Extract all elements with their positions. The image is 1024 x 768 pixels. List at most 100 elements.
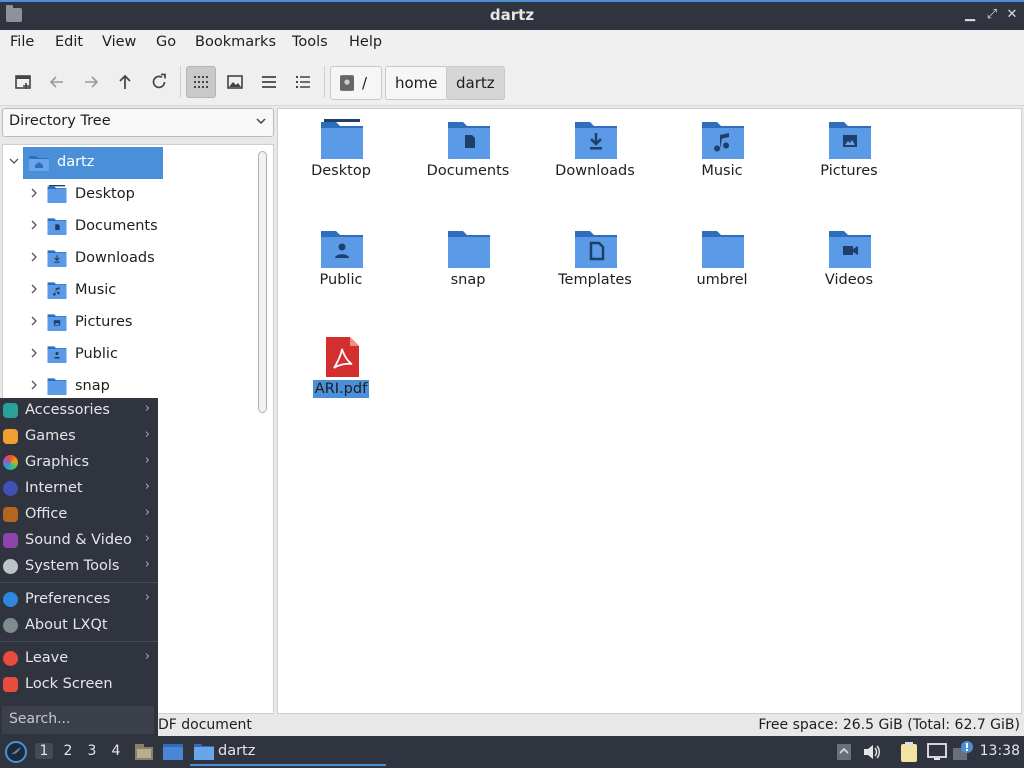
chevron-right-icon[interactable]: [29, 380, 39, 390]
reload-button[interactable]: [144, 66, 174, 98]
chevron-right-icon[interactable]: [29, 348, 39, 358]
menu-item-system-tools[interactable]: System Tools ›: [0, 554, 158, 580]
chevron-right-icon[interactable]: [29, 284, 39, 294]
maximize-button[interactable]: ⤢: [984, 7, 1000, 23]
taskbar-task-dartz[interactable]: dartz: [190, 738, 386, 766]
file-item-snap[interactable]: snap: [408, 220, 528, 320]
file-manager-launcher-icon[interactable]: [134, 742, 154, 762]
file-view[interactable]: Desktop Documents Downloads Music Pictures Pu…: [277, 108, 1022, 714]
workspace-4[interactable]: 4: [107, 743, 125, 759]
lxqt-menu-icon[interactable]: [5, 741, 27, 763]
menu-view[interactable]: View: [102, 34, 136, 50]
chevron-right-icon: ›: [144, 427, 150, 442]
chevron-right-icon[interactable]: [29, 316, 39, 326]
tree-item-desktop[interactable]: Desktop: [3, 179, 253, 211]
menu-item-label: Accessories: [25, 402, 110, 418]
folder-icon: [47, 377, 67, 395]
file-item-umbrel[interactable]: umbrel: [662, 220, 782, 320]
menu-item-preferences[interactable]: Preferences ›: [0, 587, 158, 613]
file-item-documents[interactable]: Documents: [408, 111, 528, 211]
menu-item-games[interactable]: Games ›: [0, 424, 158, 450]
network-icon[interactable]: [926, 742, 948, 762]
status-selection-info: DF document: [158, 717, 252, 733]
tree-item-dartz[interactable]: dartz: [3, 147, 253, 179]
menu-item-graphics[interactable]: Graphics ›: [0, 450, 158, 476]
tree-scrollbar[interactable]: [258, 151, 267, 413]
breadcrumb-dartz-label: dartz: [456, 74, 495, 92]
file-item-templates[interactable]: Templates: [535, 220, 655, 320]
update-notification-icon[interactable]: [952, 740, 974, 762]
breadcrumb-dartz[interactable]: dartz: [446, 66, 505, 100]
workspace-3[interactable]: 3: [83, 743, 101, 759]
volume-icon[interactable]: [862, 743, 882, 761]
close-button[interactable]: ✕: [1004, 7, 1020, 23]
file-name: Videos: [789, 272, 909, 288]
menu-item-label: Sound & Video: [25, 532, 132, 548]
clipboard-icon[interactable]: [898, 741, 920, 763]
menu-separator: [0, 641, 158, 642]
breadcrumb-root[interactable]: /: [330, 66, 382, 100]
public-folder-icon: [321, 228, 363, 268]
menu-item-office[interactable]: Office ›: [0, 502, 158, 528]
file-item-pictures[interactable]: Pictures: [789, 111, 909, 211]
chevron-right-icon[interactable]: [29, 220, 39, 230]
chevron-down-icon[interactable]: [9, 156, 19, 166]
menu-file[interactable]: File: [10, 34, 34, 50]
file-name: Downloads: [535, 163, 655, 179]
new-tab-button[interactable]: [8, 66, 38, 98]
tree-item-label: dartz: [57, 154, 95, 170]
file-item-public[interactable]: Public: [281, 220, 401, 320]
menu-item-leave[interactable]: Leave ›: [0, 646, 158, 672]
workspace-1[interactable]: 1: [35, 743, 53, 759]
file-name-text: umbrel: [696, 272, 748, 288]
menu-edit[interactable]: Edit: [55, 34, 83, 50]
menu-search-input[interactable]: Search...: [2, 706, 154, 734]
back-button[interactable]: [42, 66, 72, 98]
accessories-icon: [3, 403, 18, 418]
chevron-right-icon[interactable]: [29, 252, 39, 262]
menu-item-sound-video[interactable]: Sound & Video ›: [0, 528, 158, 554]
pictures-folder-icon: [47, 313, 67, 331]
window-title: dartz: [489, 6, 535, 24]
file-item-desktop[interactable]: Desktop: [281, 111, 401, 211]
menu-item-internet[interactable]: Internet ›: [0, 476, 158, 502]
chevron-right-icon: ›: [144, 557, 150, 572]
workspace-2[interactable]: 2: [59, 743, 77, 759]
folder-icon: [702, 228, 744, 268]
tree-item-label: Documents: [75, 218, 158, 234]
tray-arrow-icon[interactable]: [836, 743, 852, 761]
clock[interactable]: 13:38: [980, 743, 1020, 759]
icon-view-button[interactable]: [186, 66, 216, 98]
minimize-button[interactable]: ▁: [962, 7, 978, 23]
music-folder-icon: [47, 281, 67, 299]
show-desktop-icon[interactable]: [162, 742, 184, 762]
chevron-right-icon: ›: [144, 401, 150, 416]
thumbnail-view-button[interactable]: [220, 66, 250, 98]
file-name-text: Templates: [558, 272, 632, 288]
file-item-music[interactable]: Music: [662, 111, 782, 211]
breadcrumb-home[interactable]: home: [385, 66, 448, 100]
tree-item-public[interactable]: Public: [3, 339, 253, 371]
tree-item-documents[interactable]: Documents: [3, 211, 253, 243]
menu-help[interactable]: Help: [349, 34, 382, 50]
chevron-down-icon: [256, 118, 266, 125]
compact-view-button[interactable]: [254, 66, 284, 98]
menu-bookmarks[interactable]: Bookmarks: [195, 34, 276, 50]
forward-button[interactable]: [76, 66, 106, 98]
tree-item-downloads[interactable]: Downloads: [3, 243, 253, 275]
tree-item-pictures[interactable]: Pictures: [3, 307, 253, 339]
menu-go[interactable]: Go: [156, 34, 176, 50]
menu-item-about-lxqt[interactable]: About LXQt: [0, 613, 158, 639]
menu-item-accessories[interactable]: Accessories ›: [0, 398, 158, 424]
up-button[interactable]: [110, 66, 140, 98]
file-item-ari-pdf[interactable]: ARI.pdf: [281, 329, 401, 429]
file-item-downloads[interactable]: Downloads: [535, 111, 655, 211]
menu-tools[interactable]: Tools: [292, 34, 328, 50]
chevron-right-icon[interactable]: [29, 188, 39, 198]
tree-item-music[interactable]: Music: [3, 275, 253, 307]
title-bar: dartz ▁ ⤢ ✕: [0, 0, 1024, 30]
file-item-videos[interactable]: Videos: [789, 220, 909, 320]
detailed-view-button[interactable]: [288, 66, 318, 98]
menu-item-lock-screen[interactable]: Lock Screen: [0, 672, 158, 698]
side-pane-mode-select[interactable]: Directory Tree: [2, 108, 274, 137]
